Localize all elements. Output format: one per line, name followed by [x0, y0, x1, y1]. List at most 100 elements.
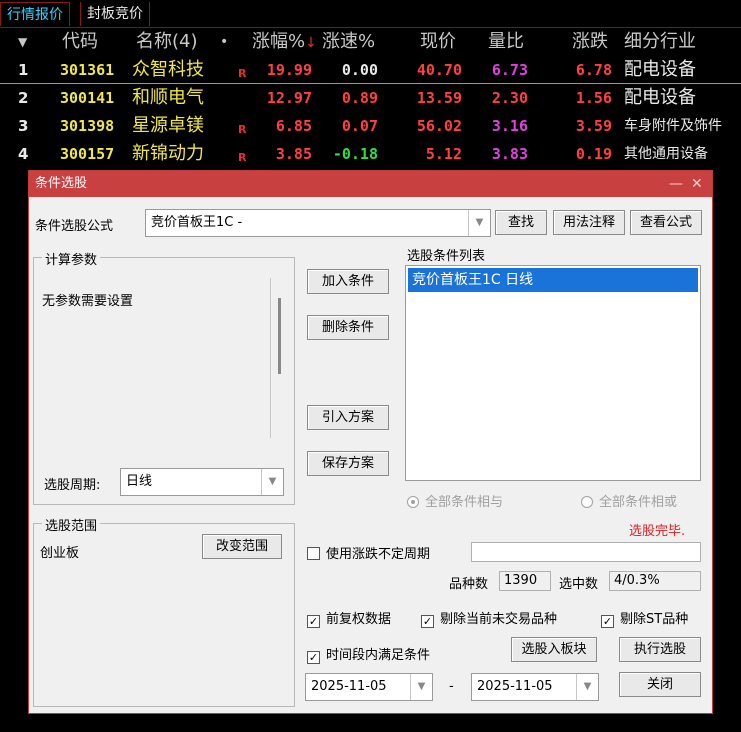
radio-and-label: 全部条件相与 [425, 495, 504, 510]
radio-or[interactable]: 全部条件相或 [581, 491, 677, 510]
variable-period-field[interactable] [471, 542, 701, 562]
close-button[interactable]: 关闭 [619, 672, 701, 697]
industry-cell: 车身附件及饰件 [624, 118, 722, 134]
view-formula-button[interactable]: 查看公式 [630, 210, 702, 235]
dialog-titlebar[interactable]: 条件选股 — ✕ [29, 171, 712, 197]
date-from-select[interactable]: 2025-11-05 ▼ [305, 673, 433, 701]
chevron-down-icon[interactable]: ▼ [576, 674, 598, 700]
formula-select[interactable]: 竞价首板王1C - ▼ [145, 209, 491, 237]
change-range-button[interactable]: 改变范围 [202, 534, 282, 559]
stock-name: 众智科技 [132, 59, 204, 80]
period-select[interactable]: 日线 ▼ [120, 468, 284, 496]
check-icon: ✓ [307, 651, 320, 664]
tab-auction[interactable]: 封板竞价 [80, 2, 150, 26]
checkbox-label: 剔除ST品种 [620, 612, 689, 627]
params-group: 计算参数 无参数需要设置 选股周期: 日线 ▼ [33, 249, 295, 505]
chevron-down-icon[interactable]: ▼ [468, 210, 490, 236]
formula-value: 竞价首板王1C - [151, 215, 243, 230]
forward-adjust-checkbox[interactable]: ✓ 前复权数据 [307, 608, 391, 628]
table-row[interactable]: 4 300157 新锦动力 R 3.85 -0.18 5.12 3.83 0.1… [0, 140, 741, 168]
header-name[interactable]: 名称(4) [136, 28, 198, 56]
add-condition-button[interactable]: 加入条件 [307, 269, 389, 294]
stock-code: 300157 [60, 145, 115, 163]
check-icon: ✓ [421, 615, 434, 628]
use-variable-period-checkbox[interactable]: 使用涨跌不定周期 [307, 543, 430, 562]
checkbox-box [307, 547, 320, 560]
range-group: 选股范围 创业板 改变范围 [33, 515, 295, 707]
volratio-cell: 3.16 [491, 117, 528, 135]
radio-and-dot [407, 496, 419, 508]
date-to-select[interactable]: 2025-11-05 ▼ [471, 673, 599, 701]
status-text: 选股完毕. [629, 524, 686, 539]
tab-quotes[interactable]: 行情报价 [0, 2, 70, 26]
stock-code: 301398 [60, 117, 115, 135]
industry-cell: 其他通用设备 [624, 146, 708, 162]
save-scheme-button[interactable]: 保存方案 [307, 451, 389, 476]
time-range-checkbox[interactable]: ✓ 时间段内满足条件 [307, 644, 430, 664]
chevron-down-icon[interactable]: ▼ [410, 674, 432, 700]
industry-cell: 配电设备 [624, 59, 696, 80]
volratio-cell: 3.83 [491, 145, 528, 163]
header-code[interactable]: 代码 [62, 28, 98, 56]
find-button[interactable]: 查找 [495, 210, 547, 235]
quote-table: ▼ 代码 名称(4) • 涨幅%↓ 涨速% 现价 量比 涨跌 细分行业 1 30… [0, 28, 741, 168]
change-cell: 6.78 [575, 61, 612, 79]
date-from-value: 2025-11-05 [311, 679, 387, 694]
speed-cell: 0.07 [341, 117, 378, 135]
table-row[interactable]: 3 301398 星源卓镁 R 6.85 0.07 56.02 3.16 3.5… [0, 112, 741, 140]
radio-or-label: 全部条件相或 [599, 495, 678, 510]
table-row[interactable]: 2 300141 和顺电气 12.97 0.89 13.59 2.30 1.56… [0, 84, 741, 112]
params-text: 无参数需要设置 [42, 294, 134, 309]
condition-list[interactable]: 竞价首板王1C 日线 [405, 265, 701, 481]
row-index: 1 [18, 61, 29, 79]
header-volratio[interactable]: 量比 [488, 28, 524, 56]
radio-or-dot [581, 496, 593, 508]
volratio-cell: 6.73 [491, 61, 528, 79]
header-speed[interactable]: 涨速% [322, 28, 375, 56]
run-selection-button[interactable]: 执行选股 [619, 637, 701, 662]
dialog-title: 条件选股 [35, 176, 88, 191]
header-menu-icon[interactable]: ▼ [18, 28, 27, 56]
exclude-untraded-checkbox[interactable]: ✓ 剔除当前未交易品种 [421, 608, 557, 628]
close-icon[interactable]: ✕ [691, 171, 703, 197]
change-cell: 0.19 [575, 145, 612, 163]
checkbox-label: 时间段内满足条件 [326, 648, 431, 663]
change-cell: 3.59 [575, 117, 612, 135]
pct-change: 12.97 [266, 89, 312, 107]
radio-and[interactable]: 全部条件相与 [407, 491, 503, 510]
hit-label: 选中数 [559, 577, 599, 592]
period-label: 选股周期: [44, 478, 101, 493]
price-cell: 56.02 [416, 117, 462, 135]
header-change[interactable]: 涨跌 [572, 28, 608, 56]
import-scheme-button[interactable]: 引入方案 [307, 405, 389, 430]
period-value: 日线 [126, 474, 153, 489]
exclude-st-checkbox[interactable]: ✓ 剔除ST品种 [601, 608, 688, 628]
checkbox-label: 剔除当前未交易品种 [440, 612, 558, 627]
formula-label: 条件选股公式 [35, 219, 114, 234]
price-cell: 5.12 [425, 145, 462, 163]
row-index: 4 [18, 145, 29, 163]
usage-notes-button[interactable]: 用法注释 [553, 210, 625, 235]
params-scrollbar[interactable] [278, 298, 281, 374]
params-divider [270, 278, 271, 438]
volratio-cell: 2.30 [491, 89, 528, 107]
stock-name: 新锦动力 [132, 143, 204, 164]
chevron-down-icon[interactable]: ▼ [261, 469, 283, 495]
header-pct[interactable]: 涨幅%↓ [252, 28, 317, 56]
top-tab-bar: 行情报价 封板竞价 [0, 0, 741, 28]
check-icon: ✓ [307, 615, 320, 628]
header-dot: • [220, 34, 229, 50]
row-index: 3 [18, 117, 29, 135]
header-price[interactable]: 现价 [420, 28, 456, 56]
stock-code: 300141 [60, 89, 115, 107]
add-to-block-button[interactable]: 选股入板块 [511, 637, 597, 662]
pct-change: 6.85 [275, 117, 312, 135]
date-to-value: 2025-11-05 [477, 679, 553, 694]
condition-picker-dialog: 条件选股 — ✕ 条件选股公式 竞价首板王1C - ▼ 查找 用法注释 查看公式… [28, 170, 713, 714]
table-row[interactable]: 1 301361 众智科技 R 19.99 0.00 40.70 6.73 6.… [0, 56, 741, 84]
speed-cell: -0.18 [332, 145, 378, 163]
header-industry[interactable]: 细分行业 [624, 28, 696, 56]
minimize-icon[interactable]: — [669, 171, 683, 197]
delete-condition-button[interactable]: 删除条件 [307, 315, 389, 340]
list-item[interactable]: 竞价首板王1C 日线 [408, 268, 698, 292]
